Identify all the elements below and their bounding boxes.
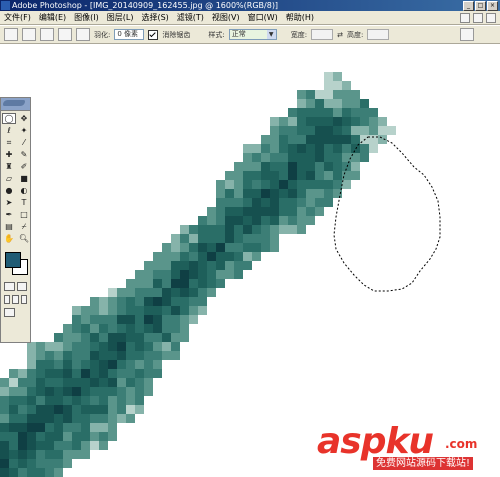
color-swatches bbox=[1, 250, 30, 280]
doc-window-controls bbox=[460, 12, 496, 23]
feather-label: 羽化: bbox=[94, 30, 111, 39]
path-selection-tool-icon[interactable]: ➤ bbox=[2, 197, 16, 208]
close-button[interactable]: × bbox=[487, 1, 498, 11]
menu-view[interactable]: 视图(V) bbox=[212, 12, 240, 23]
photoshop-icon bbox=[1, 1, 10, 10]
adobe-feather-icon bbox=[3, 100, 25, 106]
marquee-tool-icon[interactable]: ◯ bbox=[2, 113, 16, 124]
menu-bar: 文件(F) 编辑(E) 图像(I) 图层(L) 选择(S) 滤镜(T) 视图(V… bbox=[0, 11, 500, 25]
menu-image[interactable]: 图像(I) bbox=[74, 12, 99, 23]
watermark: aspku .com 免费网站源码下载站! bbox=[317, 423, 492, 471]
tools-palette-header[interactable] bbox=[1, 98, 30, 111]
full-screen-menu-icon[interactable] bbox=[12, 295, 19, 304]
title-bar: Adobe Photoshop - [IMG_20140909_162455.j… bbox=[0, 0, 500, 11]
full-screen-icon[interactable] bbox=[20, 295, 27, 304]
brush-tool-icon[interactable]: ✎ bbox=[17, 149, 31, 160]
menu-layer[interactable]: 图层(L) bbox=[107, 12, 134, 23]
menu-edit[interactable]: 编辑(E) bbox=[39, 12, 66, 23]
clone-stamp-tool-icon[interactable]: ♜ bbox=[2, 161, 16, 172]
shape-tool-icon[interactable]: □ bbox=[17, 209, 31, 220]
history-brush-tool-icon[interactable]: ✐ bbox=[17, 161, 31, 172]
screen-mode-row bbox=[1, 293, 30, 306]
feather-input[interactable]: 0 像素 bbox=[114, 29, 145, 40]
document-canvas[interactable] bbox=[0, 45, 500, 477]
standard-screen-icon[interactable] bbox=[4, 295, 11, 304]
pen-tool-icon[interactable]: ✒ bbox=[2, 209, 16, 220]
jump-row bbox=[1, 306, 30, 319]
style-value: 正常 bbox=[231, 30, 246, 38]
window-controls: _ □ × bbox=[463, 1, 498, 11]
style-label: 样式: bbox=[208, 30, 225, 39]
quickmask-row bbox=[1, 280, 30, 293]
foreground-color-swatch[interactable] bbox=[5, 252, 21, 268]
elliptical-marquee-selection[interactable] bbox=[0, 45, 500, 477]
healing-brush-tool-icon[interactable]: ✚ bbox=[2, 149, 16, 160]
menu-help[interactable]: 帮助(H) bbox=[286, 12, 314, 23]
dodge-tool-icon[interactable]: ◐ bbox=[17, 185, 31, 196]
watermark-domain: .com bbox=[445, 437, 478, 451]
menu-window[interactable]: 窗口(W) bbox=[248, 12, 278, 23]
file-browser-icon[interactable] bbox=[460, 28, 474, 41]
doc-close-icon[interactable] bbox=[486, 12, 496, 23]
doc-restore-icon[interactable] bbox=[473, 12, 483, 23]
notes-tool-icon[interactable]: ▤ bbox=[2, 221, 16, 232]
chevron-down-icon: ▼ bbox=[266, 30, 276, 39]
style-select[interactable]: 正常 ▼ bbox=[228, 29, 277, 40]
new-selection-icon[interactable] bbox=[22, 28, 36, 41]
jump-to-imageready-icon[interactable] bbox=[4, 308, 15, 317]
slice-tool-icon[interactable]: ⁄ bbox=[17, 137, 31, 148]
move-tool-icon[interactable]: ✥ bbox=[17, 113, 31, 124]
tool-grid: ◯ ✥ ℓ ✦ ⌗ ⁄ ✚ ✎ ♜ ✐ ▱ ■ ● ◐ ➤ T ✒ □ ▤ ⌿ … bbox=[1, 111, 30, 246]
antialias-checkbox[interactable] bbox=[148, 29, 159, 40]
menu-select[interactable]: 选择(S) bbox=[141, 12, 168, 23]
minimize-button[interactable]: _ bbox=[463, 1, 474, 11]
maximize-button[interactable]: □ bbox=[475, 1, 486, 11]
type-tool-icon[interactable]: T bbox=[17, 197, 31, 208]
height-input[interactable] bbox=[367, 29, 390, 40]
watermark-logo: aspku bbox=[317, 421, 434, 462]
standard-mode-icon[interactable] bbox=[4, 282, 15, 291]
menu-file[interactable]: 文件(F) bbox=[4, 12, 31, 23]
subtract-selection-icon[interactable] bbox=[58, 28, 72, 41]
height-label: 高度: bbox=[346, 30, 364, 39]
antialias-label: 消除锯齿 bbox=[162, 30, 191, 39]
width-input[interactable] bbox=[311, 29, 334, 40]
eraser-tool-icon[interactable]: ▱ bbox=[2, 173, 16, 184]
watermark-tagline: 免费网站源码下载站! bbox=[373, 457, 474, 470]
zoom-tool-icon[interactable]: 🔍︎ bbox=[17, 233, 31, 244]
intersect-selection-icon[interactable] bbox=[76, 28, 90, 41]
width-label: 宽度: bbox=[290, 30, 308, 39]
doc-minimize-icon[interactable] bbox=[460, 12, 470, 23]
gradient-tool-icon[interactable]: ■ bbox=[17, 173, 31, 184]
blur-tool-icon[interactable]: ● bbox=[2, 185, 16, 196]
ellipse-marquee-preset-icon[interactable] bbox=[4, 28, 18, 41]
add-selection-icon[interactable] bbox=[40, 28, 54, 41]
magic-wand-tool-icon[interactable]: ✦ bbox=[17, 125, 31, 136]
swap-icon[interactable]: ⇄ bbox=[337, 31, 343, 39]
crop-tool-icon[interactable]: ⌗ bbox=[2, 137, 16, 148]
tools-palette: ◯ ✥ ℓ ✦ ⌗ ⁄ ✚ ✎ ♜ ✐ ▱ ■ ● ◐ ➤ T ✒ □ ▤ ⌿ … bbox=[0, 97, 31, 343]
lasso-tool-icon[interactable]: ℓ bbox=[2, 125, 16, 136]
options-bar: 羽化: 0 像素 消除锯齿 样式: 正常 ▼ 宽度: ⇄ 高度: bbox=[0, 26, 500, 44]
window-title: Adobe Photoshop - [IMG_20140909_162455.j… bbox=[12, 1, 279, 10]
eyedropper-tool-icon[interactable]: ⌿ bbox=[17, 221, 31, 232]
quickmask-mode-icon[interactable] bbox=[16, 282, 27, 291]
menu-filter[interactable]: 滤镜(T) bbox=[177, 12, 204, 23]
hand-tool-icon[interactable]: ✋ bbox=[2, 233, 16, 244]
